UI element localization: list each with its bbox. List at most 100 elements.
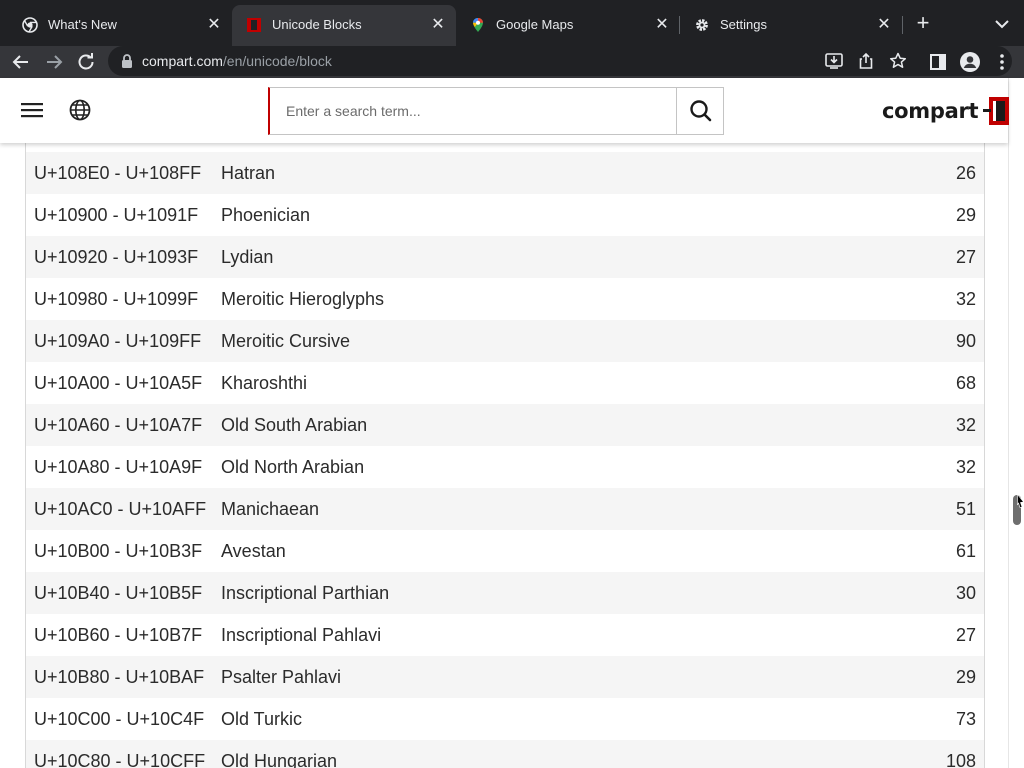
logo-wordmark: compart <box>882 99 979 123</box>
close-tab-icon[interactable]: ✕ <box>428 15 448 35</box>
share-icon[interactable] <box>856 51 876 71</box>
block-range: U+10B00 - U+10B3F <box>34 541 203 561</box>
block-char-count: 27 <box>955 247 976 267</box>
tab-whats-new[interactable]: What's New ✕ <box>8 5 232 46</box>
table-row[interactable]: U+108E0 - U+108FF Hatran 26 <box>26 152 984 194</box>
table-row[interactable]: U+10A60 - U+10A7F Old South Arabian 32 <box>26 404 984 446</box>
block-name-link[interactable]: Avestan <box>221 530 286 572</box>
browser-toolbar: compart.com/en/unicode/block <box>0 46 1024 78</box>
block-range: U+10A80 - U+10A9F <box>34 457 203 477</box>
forward-arrow-icon[interactable] <box>42 50 66 74</box>
block-range: U+10B80 - U+10BAF <box>34 667 205 687</box>
block-name-link[interactable]: Meroitic Cursive <box>221 320 350 362</box>
close-tab-icon[interactable]: ✕ <box>874 15 894 35</box>
block-char-count: 32 <box>955 415 976 435</box>
block-range: U+10A60 - U+10A7F <box>34 415 203 435</box>
tab-settings[interactable]: Settings ✕ <box>680 5 902 46</box>
tab-separator <box>679 16 680 34</box>
chrome-icon <box>22 17 38 33</box>
block-char-count: 51 <box>955 499 976 519</box>
tab-title: Settings <box>720 17 767 32</box>
gear-icon <box>696 19 708 31</box>
block-char-count: 29 <box>955 205 976 225</box>
page-scrollbar-track[interactable] <box>1008 78 1024 768</box>
table-row[interactable]: U+10B40 - U+10B5F Inscriptional Parthian 3… <box>26 572 984 614</box>
tab-separator <box>902 16 903 34</box>
block-name-link[interactable]: Meroitic Hieroglyphs <box>221 278 384 320</box>
tab-search-chevron-icon[interactable] <box>990 14 1014 34</box>
block-char-count: 26 <box>955 163 976 183</box>
search-button[interactable] <box>676 88 724 134</box>
block-name-link[interactable]: Kharoshthi <box>221 362 307 404</box>
compart-logo-mark-icon <box>983 97 1010 125</box>
table-row[interactable]: U+10920 - U+1093F Lydian 27 <box>26 236 984 278</box>
profile-avatar-icon[interactable] <box>958 50 982 74</box>
url-text: compart.com/en/unicode/block <box>142 53 332 69</box>
more-menu-icon[interactable] <box>990 50 1014 74</box>
site-header: compart <box>0 78 1011 143</box>
tab-title: Google Maps <box>496 17 574 32</box>
hamburger-menu-icon[interactable] <box>21 100 43 120</box>
block-char-count: 30 <box>955 583 976 603</box>
url-host: compart.com <box>142 53 223 69</box>
table-row[interactable]: U+10C00 - U+10C4F Old Turkic 73 <box>26 698 984 740</box>
side-panel-icon[interactable] <box>926 50 950 74</box>
table-row[interactable]: U+10980 - U+1099F Meroitic Hieroglyphs 32 <box>26 278 984 320</box>
table-row[interactable]: U+10C80 - U+10CFF Old Hungarian 108 <box>26 740 984 768</box>
block-range: U+108E0 - U+108FF <box>34 163 202 183</box>
lock-icon <box>122 54 132 68</box>
install-app-icon[interactable] <box>824 51 844 71</box>
browser-tab-strip: What's New ✕ Unicode Blocks ✕ Google Map… <box>0 0 1024 46</box>
block-char-count: 61 <box>955 541 976 561</box>
globe-language-icon[interactable] <box>69 99 91 121</box>
table-row[interactable]: U+10A00 - U+10A5F Kharoshthi 68 <box>26 362 984 404</box>
block-range: U+10C00 - U+10C4F <box>34 709 205 729</box>
table-row[interactable]: U+10B00 - U+10B3F Avestan 61 <box>26 530 984 572</box>
block-name-link[interactable]: Old Turkic <box>221 698 302 740</box>
table-row[interactable]: U+10B60 - U+10B7F Inscriptional Pahlavi 27 <box>26 614 984 656</box>
tab-google-maps[interactable]: Google Maps ✕ <box>456 5 680 46</box>
address-bar[interactable]: compart.com/en/unicode/block <box>108 46 1012 76</box>
search-input[interactable] <box>270 88 676 134</box>
close-tab-icon[interactable]: ✕ <box>204 15 224 35</box>
block-char-count: 29 <box>955 667 976 687</box>
close-tab-icon[interactable]: ✕ <box>652 15 672 35</box>
compart-logo[interactable]: compart <box>882 95 1011 127</box>
block-range: U+10920 - U+1093F <box>34 247 199 267</box>
table-row[interactable]: U+10A80 - U+10A9F Old North Arabian 32 <box>26 446 984 488</box>
table-row[interactable]: U+10B80 - U+10BAF Psalter Pahlavi 29 <box>26 656 984 698</box>
block-range: U+10AC0 - U+10AFF <box>34 499 207 519</box>
block-range: U+10B60 - U+10B7F <box>34 625 203 645</box>
table-row[interactable]: U+10AC0 - U+10AFF Manichaean 51 <box>26 488 984 530</box>
mouse-cursor-icon <box>1017 494 1024 508</box>
block-name-link[interactable]: Old North Arabian <box>221 446 364 488</box>
compart-favicon-icon <box>247 18 261 32</box>
block-name-link[interactable]: Inscriptional Parthian <box>221 572 389 614</box>
block-name-link[interactable]: Old South Arabian <box>221 404 367 446</box>
block-name-link[interactable]: Inscriptional Pahlavi <box>221 614 381 656</box>
main-content: U+108E0 - U+108FF Hatran 26 U+10900 - U+109… <box>0 143 1008 768</box>
block-char-count: 90 <box>955 331 976 351</box>
reload-icon[interactable] <box>74 50 98 74</box>
block-name-link[interactable]: Phoenician <box>221 194 310 236</box>
tab-unicode-blocks[interactable]: Unicode Blocks ✕ <box>232 5 456 46</box>
table-row[interactable]: U+10900 - U+1091F Phoenician 29 <box>26 194 984 236</box>
block-range: U+10C80 - U+10CFF <box>34 751 206 768</box>
block-name-link[interactable]: Hatran <box>221 152 275 194</box>
block-name-link[interactable]: Old Hungarian <box>221 740 337 768</box>
table-row[interactable]: U+109A0 - U+109FF Meroitic Cursive 90 <box>26 320 984 362</box>
tab-title: Unicode Blocks <box>272 17 362 32</box>
block-char-count: 108 <box>945 751 976 768</box>
bookmark-star-icon[interactable] <box>888 51 908 71</box>
back-arrow-icon[interactable] <box>9 50 33 74</box>
block-range: U+10900 - U+1091F <box>34 205 199 225</box>
site-search <box>268 87 724 135</box>
new-tab-button[interactable]: + <box>911 12 935 36</box>
block-name-link[interactable]: Psalter Pahlavi <box>221 656 341 698</box>
block-name-link[interactable]: Lydian <box>221 236 273 278</box>
block-name-link[interactable]: Manichaean <box>221 488 319 530</box>
block-char-count: 32 <box>955 289 976 309</box>
google-maps-icon <box>473 18 483 32</box>
block-range: U+10A00 - U+10A5F <box>34 373 203 393</box>
block-char-count: 73 <box>955 709 976 729</box>
